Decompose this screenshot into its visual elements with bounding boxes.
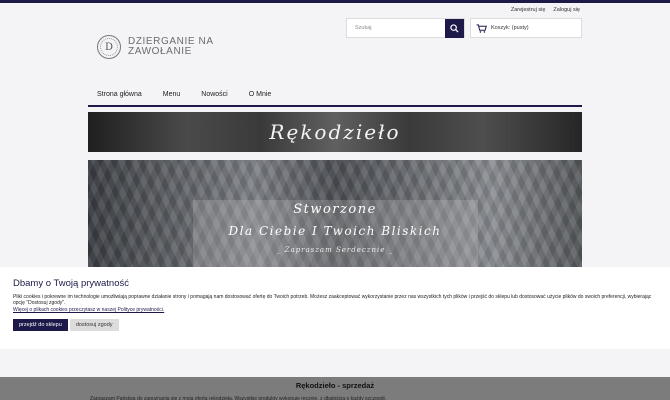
search-button[interactable]	[445, 19, 464, 38]
cookie-title: Dbamy o Twoją prywatność	[13, 278, 129, 289]
section-text: Zapraszam Państwa do zapoznania się z mo…	[90, 396, 386, 400]
nav-item-new[interactable]: Nowości	[201, 90, 227, 105]
privacy-policy-link[interactable]: Więcej o plikach cookies przeczytasz w n…	[13, 307, 657, 313]
banner-title: Rękodzieło	[269, 120, 401, 144]
cookie-body: Pliki cookies i pokrewne im technologie …	[13, 294, 652, 307]
account-links: Zarejestruj się Zaloguj się	[511, 7, 580, 13]
banner-handmade: Rękodzieło	[88, 112, 582, 152]
section-title: Rękodzieło - sprzedaż	[295, 381, 375, 390]
main-nav: Strona główna Menu Nowości O Mnie	[88, 90, 582, 107]
logo-emblem: D	[97, 35, 121, 59]
search-input[interactable]	[347, 19, 445, 37]
hero-line-2: Dla Ciebie I Twoich Bliskich	[228, 224, 442, 238]
cart-button[interactable]: Koszyk: (pusty)	[470, 18, 582, 38]
hero-line-3: _ Zapraszam Serdecznie _	[276, 246, 394, 254]
cart-icon	[476, 23, 487, 33]
logo-text: DZIERGANIE NA ZAWOŁANIE	[128, 35, 214, 57]
nav-item-menu[interactable]: Menu	[163, 90, 181, 105]
hero-slider[interactable]: Stworzone Dla Ciebie I Twoich Bliskich _…	[88, 160, 582, 268]
logo-letter: D	[104, 41, 114, 53]
site-logo[interactable]: D DZIERGANIE NA ZAWOŁANIE	[97, 35, 223, 59]
search-bar	[346, 18, 465, 38]
nav-item-home[interactable]: Strona główna	[97, 90, 142, 105]
register-link[interactable]: Zarejestruj się	[511, 7, 546, 13]
search-icon	[450, 24, 459, 33]
accept-cookies-button[interactable]: przejdź do sklepu	[13, 318, 68, 331]
adjust-consent-button[interactable]: dostosuj zgody	[69, 318, 119, 331]
cookie-consent-banner: Dbamy o Twoją prywatność Pliki cookies i…	[0, 267, 670, 349]
cart-label: Koszyk: (pusty)	[491, 25, 529, 31]
cookie-buttons: przejdź do sklepu dostosuj zgody	[13, 318, 657, 331]
login-link[interactable]: Zaloguj się	[553, 7, 580, 13]
hero-line-1: Stworzone	[293, 202, 377, 217]
nav-item-about[interactable]: O Mnie	[249, 90, 272, 105]
